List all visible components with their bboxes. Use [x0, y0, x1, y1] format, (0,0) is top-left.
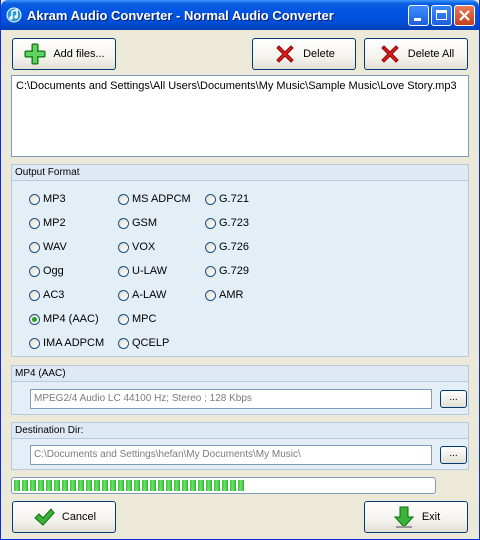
destination-browse-button[interactable]: ... — [440, 446, 467, 464]
radio-label: IMA ADPCM — [43, 337, 105, 349]
radio-ima-adpcm[interactable]: IMA ADPCM — [29, 337, 104, 349]
radio-circle[interactable] — [118, 265, 129, 277]
format-settings-group: MP4 (AAC) MPEG2/4 Audio LC 44100 Hz; Ste… — [11, 365, 469, 415]
radio-circle[interactable] — [118, 241, 129, 253]
radio-g723[interactable]: G.723 — [205, 217, 249, 229]
cancel-button[interactable]: Cancel — [12, 501, 116, 533]
radio-label: MS ADPCM — [132, 193, 191, 205]
radio-circle[interactable] — [29, 193, 40, 205]
radio-g729[interactable]: G.729 — [205, 265, 249, 277]
cancel-label: Cancel — [61, 511, 97, 523]
radio-wav[interactable]: WAV — [29, 241, 67, 253]
group-title: Destination Dir: — [12, 423, 468, 439]
radio-ogg[interactable]: Ogg — [29, 265, 64, 277]
radio-vox[interactable]: VOX — [118, 241, 155, 253]
title-bar[interactable]: Akram Audio Converter - Normal Audio Con… — [1, 0, 479, 30]
radio-label: GSM — [132, 217, 158, 229]
maximize-icon — [436, 10, 447, 20]
app-icon — [6, 7, 22, 23]
radio-circle[interactable] — [29, 289, 40, 301]
radio-amr[interactable]: AMR — [205, 289, 243, 301]
radio-circle[interactable] — [29, 265, 40, 277]
red-x-icon — [381, 45, 399, 63]
radio-label: MP4 (AAC) — [43, 313, 99, 325]
file-list[interactable]: C:\Documents and Settings\All Users\Docu… — [11, 75, 469, 157]
list-item[interactable]: C:\Documents and Settings\All Users\Docu… — [16, 80, 464, 92]
radio-mp2[interactable]: MP2 — [29, 217, 66, 229]
group-title: MP4 (AAC) — [12, 366, 468, 382]
delete-all-button[interactable]: Delete All — [364, 38, 468, 70]
radio-circle[interactable] — [29, 337, 40, 349]
app-window: Akram Audio Converter - Normal Audio Con… — [0, 0, 480, 540]
delete-all-label: Delete All — [407, 48, 455, 60]
radio-circle[interactable] — [205, 265, 216, 277]
delete-button[interactable]: Delete — [252, 38, 356, 70]
format-settings-browse-button[interactable]: ... — [440, 390, 467, 408]
progress-bar — [11, 477, 436, 494]
exit-label: Exit — [421, 511, 441, 523]
radio-ms-adpcm[interactable]: MS ADPCM — [118, 193, 191, 205]
destination-group: Destination Dir: C:\Documents and Settin… — [11, 422, 469, 470]
exit-button[interactable]: Exit — [364, 501, 468, 533]
radio-circle[interactable] — [205, 241, 216, 253]
radio-circle-selected[interactable] — [29, 313, 40, 325]
radio-ac3[interactable]: AC3 — [29, 289, 64, 301]
red-x-icon — [276, 45, 294, 63]
radio-g726[interactable]: G.726 — [205, 241, 249, 253]
radio-label: Ogg — [43, 265, 64, 277]
radio-label: AMR — [219, 289, 244, 301]
radio-label: WAV — [43, 241, 67, 253]
radio-label: QCELP — [132, 337, 170, 349]
radio-circle[interactable] — [118, 337, 129, 349]
radio-circle[interactable] — [118, 217, 129, 229]
radio-circle[interactable] — [118, 193, 129, 205]
minimize-icon — [414, 18, 421, 21]
format-settings-field[interactable]: MPEG2/4 Audio LC 44100 Hz; Stereo ; 128 … — [30, 389, 432, 409]
minimize-button[interactable] — [408, 5, 429, 26]
radio-label: MP3 — [43, 193, 66, 205]
group-title: Output Format — [12, 165, 468, 181]
radio-circle[interactable] — [29, 241, 40, 253]
progress-fill — [14, 480, 245, 491]
radio-label: G.721 — [219, 193, 249, 205]
radio-label: AC3 — [43, 289, 65, 301]
radio-circle[interactable] — [205, 217, 216, 229]
output-format-group: Output Format MP3 MP2 WAV Ogg AC3 MP4 (A… — [11, 164, 469, 357]
radio-g721[interactable]: G.721 — [205, 193, 249, 205]
close-button[interactable] — [454, 5, 475, 26]
radio-label: G.726 — [219, 241, 249, 253]
radio-gsm[interactable]: GSM — [118, 217, 157, 229]
green-down-arrow-icon — [393, 506, 414, 528]
radio-mpc[interactable]: MPC — [118, 313, 156, 325]
delete-label: Delete — [303, 48, 335, 60]
plus-icon — [24, 43, 46, 65]
radio-label: A-LAW — [132, 289, 167, 301]
radio-circle[interactable] — [118, 289, 129, 301]
radio-u-law[interactable]: U-LAW — [118, 265, 167, 277]
radio-circle[interactable] — [205, 289, 216, 301]
radio-mp4-aac[interactable]: MP4 (AAC) — [29, 313, 99, 325]
maximize-button[interactable] — [431, 5, 452, 26]
radio-qcelp[interactable]: QCELP — [118, 337, 169, 349]
radio-circle[interactable] — [205, 193, 216, 205]
radio-a-law[interactable]: A-LAW — [118, 289, 166, 301]
radio-label: G.723 — [219, 217, 249, 229]
radio-label: VOX — [132, 241, 156, 253]
radio-label: MPC — [132, 313, 157, 325]
window-title: Akram Audio Converter - Normal Audio Con… — [27, 8, 334, 23]
radio-label: MP2 — [43, 217, 66, 229]
destination-field[interactable]: C:\Documents and Settings\hefan\My Docum… — [30, 445, 432, 465]
radio-circle[interactable] — [29, 217, 40, 229]
radio-label: U-LAW — [132, 265, 168, 277]
close-icon — [459, 10, 470, 21]
green-check-icon — [34, 508, 55, 526]
add-files-label: Add files... — [53, 48, 105, 60]
add-files-button[interactable]: Add files... — [12, 38, 116, 70]
radio-mp3[interactable]: MP3 — [29, 193, 66, 205]
radio-label: G.729 — [219, 265, 249, 277]
radio-circle[interactable] — [118, 313, 129, 325]
